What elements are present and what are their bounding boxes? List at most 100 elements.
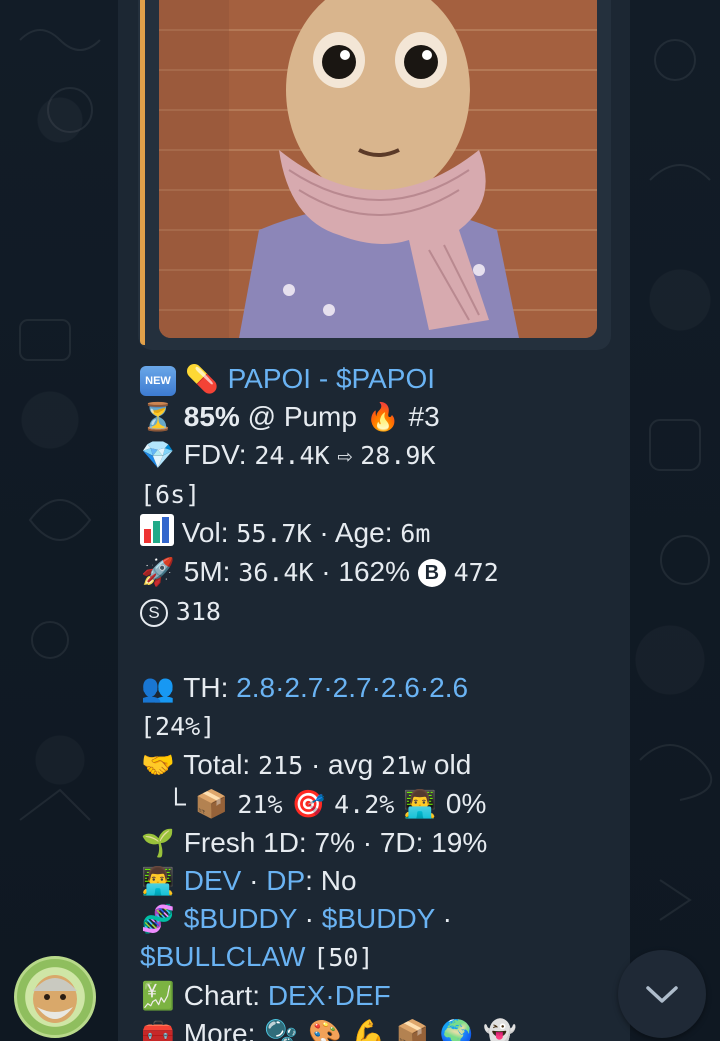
bubbles-icon[interactable]: 🫧 <box>263 1015 299 1041</box>
related-token-2-link[interactable]: $BUDDY <box>322 903 435 934</box>
fdv-arrow: ⇨ <box>337 441 353 470</box>
pump-text: @ Pump <box>247 401 357 432</box>
avg-suffix: old <box>433 749 472 780</box>
technologist-icon: 👨‍💻 <box>141 866 175 896</box>
new-badge-icon: NEW <box>140 366 176 396</box>
fresh-7d: 19% <box>431 827 488 858</box>
tree-branch-icon: └ <box>166 788 186 819</box>
dev-line: 👨‍💻 DEV · DP: No <box>140 862 615 900</box>
fresh-1d: 7% <box>314 827 355 858</box>
dev-link[interactable]: DEV <box>184 865 242 896</box>
def-link[interactable]: DEF <box>335 980 391 1011</box>
th-values-link[interactable]: 2.8·2.7·2.7·2.6·2.6 <box>236 672 468 703</box>
fire-icon: 🔥 <box>365 402 400 432</box>
rocket-icon: 🚀 <box>141 557 175 587</box>
age-label: Age: <box>334 517 393 548</box>
chart-yen-icon: 💹 <box>141 981 175 1011</box>
box-icon[interactable]: 📦 <box>394 1015 430 1041</box>
seedling-icon: 🌱 <box>141 828 175 858</box>
dex-link[interactable]: DEX <box>268 980 326 1011</box>
buy-count: 472 <box>453 558 499 587</box>
sender-avatar[interactable] <box>14 956 96 1038</box>
quote-accent-bar <box>140 0 145 345</box>
message-body: NEW 💊 PAPOI - $PAPOI ⏳ 85% @ Pump 🔥 #3 💎… <box>140 360 615 1041</box>
vol-label: Vol: <box>181 517 229 548</box>
pump-line: ⏳ 85% @ Pump 🔥 #3 <box>140 398 615 436</box>
sell-line: S 318 <box>140 592 615 631</box>
dev-separator: · <box>249 865 259 896</box>
target-icon: 🎯 <box>291 789 326 819</box>
related-token-3-link[interactable]: $BULLCLAW <box>140 941 305 972</box>
total-line: 🤝 Total: 215 · avg 21w old <box>140 746 615 785</box>
dp-colon: : <box>305 865 313 896</box>
fresh-separator: · <box>362 827 373 858</box>
sub-holders-line: └ 📦 21% 🎯 4.2% 👨‍💻 0% <box>140 785 615 824</box>
pump-percent: 85% <box>183 401 240 432</box>
th-pct: [24%] <box>140 712 216 741</box>
chart-line: 💹 Chart: DEX·DEF <box>140 977 615 1015</box>
th-pct-line: [24%] <box>140 707 615 746</box>
token-title-link[interactable]: PAPOI - $PAPOI <box>228 363 435 394</box>
related-token-1-link[interactable]: $BUDDY <box>184 903 297 934</box>
related-tokens-line-2: $BULLCLAW [50] <box>140 938 615 977</box>
diamond-icon: 💎 <box>141 440 175 470</box>
pump-rank: #3 <box>408 401 440 432</box>
palette-icon[interactable]: 🎨 <box>307 1015 343 1041</box>
total-separator: · <box>310 749 321 780</box>
top-holders-line: 👥 TH: 2.8·2.7·2.7·2.6·2.6 <box>140 669 615 707</box>
fdv-from: 24.4K <box>254 441 330 470</box>
th-label: TH: <box>183 672 229 703</box>
chart-separator: · <box>325 980 335 1011</box>
toolbox-icon: 🧰 <box>141 1019 175 1041</box>
box-pct: 21% <box>237 790 283 819</box>
vol-separator: · <box>319 517 329 548</box>
people-icon: 👥 <box>141 673 175 703</box>
more-line: 🧰 More: 🫧 🎨 💪 📦 🌍 👻 <box>140 1015 615 1041</box>
five-min-line: 🚀 5M: 36.4K · 162% B 472 <box>140 553 615 592</box>
fdv-line: 💎 FDV: 24.4K ⇨ 28.9K <box>140 436 615 475</box>
dna-icon: 🧬 <box>141 904 175 934</box>
bar-chart-icon <box>140 514 174 546</box>
fdv-age-line: [6s] <box>140 475 615 514</box>
vol-value: 55.7K <box>236 519 312 548</box>
scroll-down-button[interactable] <box>618 950 706 1038</box>
technologist-icon: 👨‍💻 <box>403 789 437 819</box>
age-value: 6m <box>400 519 431 548</box>
fresh-line: 🌱 Fresh 1D: 7% · 7D: 19% <box>140 824 615 862</box>
title-line: NEW 💊 PAPOI - $PAPOI <box>140 360 615 398</box>
chevron-down-icon <box>646 986 678 1003</box>
dp-link[interactable]: DP <box>266 865 305 896</box>
dp-value: No <box>320 865 357 896</box>
handshake-icon: 🤝 <box>141 750 175 780</box>
pill-icon: 💊 <box>184 364 219 394</box>
total-label: Total: <box>183 749 251 780</box>
total-value: 215 <box>258 751 304 780</box>
globe-icon[interactable]: 🌍 <box>438 1015 474 1041</box>
fresh-label: Fresh 1D: <box>183 827 307 858</box>
related-separator-2: · <box>442 903 452 934</box>
related-separator-1: · <box>304 903 314 934</box>
more-label: More: <box>183 1018 256 1041</box>
ghost-icon[interactable]: 👻 <box>482 1015 518 1041</box>
five-min-separator: · <box>321 556 331 587</box>
fresh-7d-label: 7D: <box>379 827 424 858</box>
buy-b-icon: B <box>417 559 446 587</box>
fdv-label: FDV: <box>183 439 247 470</box>
chart-label: Chart: <box>183 980 261 1011</box>
box-icon: 📦 <box>194 789 229 819</box>
avg-label: avg <box>328 749 374 780</box>
five-min-value: 36.4K <box>238 558 314 587</box>
sell-s-icon: S <box>140 599 168 627</box>
dev-pct: 0% <box>445 788 487 819</box>
target-pct: 4.2% <box>334 790 395 819</box>
sell-count: 318 <box>175 597 221 626</box>
fdv-age: [6s] <box>140 480 201 509</box>
token-image[interactable] <box>159 0 597 338</box>
muscle-icon[interactable]: 💪 <box>351 1015 387 1041</box>
fdv-to: 28.9K <box>360 441 436 470</box>
hourglass-icon: ⏳ <box>141 402 175 432</box>
vol-line: Vol: 55.7K · Age: 6m <box>140 514 615 553</box>
related-tokens-line: 🧬 $BUDDY · $BUDDY · <box>140 900 615 938</box>
avg-value: 21w <box>380 751 427 780</box>
